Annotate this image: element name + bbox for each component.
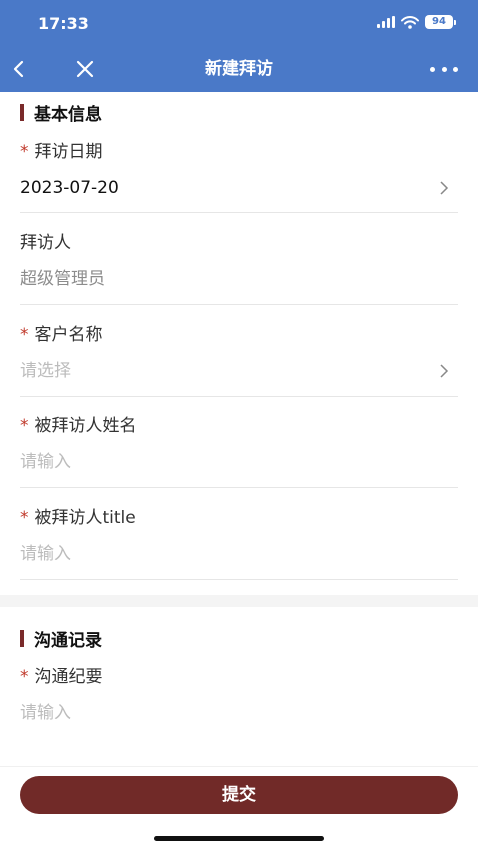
battery-tip [454, 19, 456, 25]
required-mark: * [20, 667, 29, 687]
customer-field[interactable]: * 客户名称 请选择 [20, 323, 458, 397]
chevron-right-icon [440, 364, 449, 378]
battery-icon: 94 [425, 15, 453, 29]
submit-button[interactable]: 提交 [20, 776, 458, 814]
section-title-comm-label: 沟通记录 [34, 631, 102, 651]
divider [20, 304, 458, 305]
visitor-field: 拜访人 超级管理员 [20, 231, 458, 305]
contact-title-label: * 被拜访人title [20, 508, 136, 528]
close-icon[interactable] [74, 58, 96, 80]
summary-field[interactable]: * 沟通纪要 请输入 [20, 665, 458, 755]
back-icon[interactable] [8, 58, 30, 80]
divider [20, 487, 458, 488]
visit-date-value: 2023-07-20 [20, 178, 119, 198]
section-bar [20, 104, 24, 121]
contact-name-input[interactable]: 请输入 [20, 450, 71, 474]
contact-title-input[interactable]: 请输入 [20, 542, 71, 566]
signal-icon [377, 16, 395, 28]
section-gap [0, 595, 478, 607]
divider [20, 212, 458, 213]
contact-name-label: * 被拜访人姓名 [20, 416, 137, 436]
section-bar [20, 630, 24, 647]
customer-label: * 客户名称 [20, 325, 103, 345]
visitor-value: 超级管理员 [20, 269, 105, 289]
contact-title-field[interactable]: * 被拜访人title 请输入 [20, 506, 458, 580]
section-title-basic-label: 基本信息 [34, 105, 102, 125]
required-mark: * [20, 508, 29, 528]
status-time: 17:33 [38, 14, 89, 33]
required-mark: * [20, 142, 29, 162]
wifi-icon [401, 15, 419, 29]
divider [20, 396, 458, 397]
section-title-basic: 基本信息 [20, 100, 102, 125]
summary-textarea[interactable]: 请输入 [20, 701, 71, 725]
chevron-right-icon [440, 181, 449, 195]
app-header: 17:33 94 新建拜访 [0, 0, 478, 92]
visit-date-field[interactable]: * 拜访日期 2023-07-20 [20, 140, 458, 213]
page-title: 新建拜访 [205, 59, 273, 79]
summary-label: * 沟通纪要 [20, 667, 103, 687]
contact-name-field[interactable]: * 被拜访人姓名 请输入 [20, 414, 458, 488]
visit-date-label: * 拜访日期 [20, 142, 103, 162]
section-title-comm: 沟通记录 [20, 626, 102, 651]
customer-select[interactable]: 请选择 [20, 359, 71, 383]
home-indicator [154, 836, 324, 841]
required-mark: * [20, 325, 29, 345]
required-mark: * [20, 416, 29, 436]
visitor-label: 拜访人 [20, 233, 71, 253]
divider [20, 579, 458, 580]
status-icons: 94 [377, 15, 456, 29]
more-icon[interactable] [430, 62, 458, 76]
